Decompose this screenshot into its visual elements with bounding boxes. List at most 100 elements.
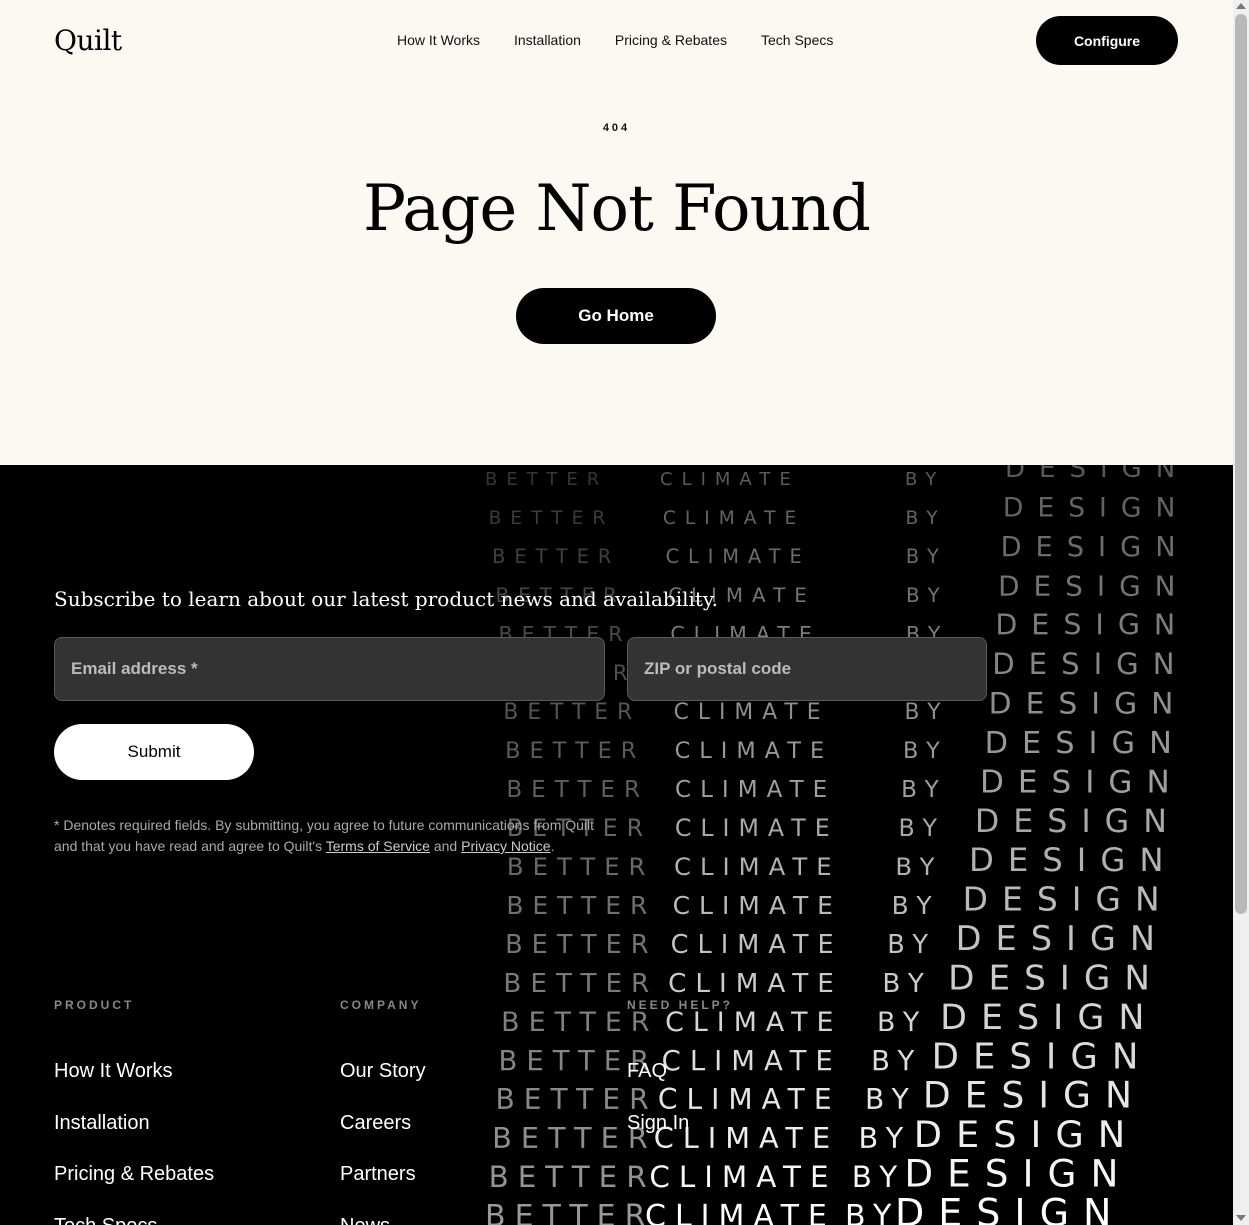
art-word-better: BETTER [505, 930, 657, 960]
footer-link-tech-specs[interactable]: Tech Specs [54, 1215, 214, 1225]
page-header-section: Quilt How It Works Installation Pricing … [0, 0, 1233, 465]
art-word-design: DESIGN [1003, 492, 1190, 523]
footer-link-faq[interactable]: FAQ [627, 1060, 733, 1112]
art-word-design: DESIGN [969, 841, 1178, 879]
zip-field[interactable]: ZIP or postal code [627, 637, 987, 701]
art-word-better: BETTER [505, 738, 645, 764]
art-word-design: DESIGN [948, 958, 1164, 998]
footer-link-how-it-works[interactable]: How It Works [54, 1060, 214, 1112]
art-word-climate: CLIMATE [674, 852, 841, 881]
art-word-design: DESIGN [992, 647, 1188, 681]
go-home-button[interactable]: Go Home [516, 288, 716, 344]
art-word-design: DESIGN [914, 1113, 1140, 1156]
art-word-climate: CLIMATE [663, 508, 805, 529]
footer-link-partners[interactable]: Partners [340, 1163, 426, 1215]
art-word-design: DESIGN [989, 687, 1188, 722]
art-word-by: BY [845, 1199, 900, 1225]
art-word-by: BY [901, 777, 948, 803]
configure-button[interactable]: Configure [1036, 16, 1178, 65]
footer-column-help: NEED HELP? FAQ Sign In [627, 998, 733, 1163]
art-word-design: DESIGN [975, 804, 1181, 840]
footer: BETTER CLIMATE BY DESIGN BETTER CLIMATE BY DESI… [0, 465, 1233, 1225]
art-word-better: BETTER [503, 700, 641, 725]
art-word-by: BY [852, 1160, 906, 1194]
privacy-notice-link[interactable]: Privacy Notice [461, 838, 550, 854]
art-word-climate: CLIMATE [649, 1160, 837, 1194]
art-word-climate: CLIMATE [671, 930, 843, 960]
nav-installation[interactable]: Installation [514, 32, 581, 48]
nav-pricing-rebates[interactable]: Pricing & Rebates [615, 32, 727, 48]
art-word-design: DESIGN [940, 998, 1158, 1038]
art-word-design: DESIGN [923, 1074, 1146, 1117]
footer-link-news[interactable]: News [340, 1215, 426, 1225]
art-word-design: DESIGN [904, 1152, 1132, 1196]
art-word-climate: CLIMATE [645, 1199, 836, 1225]
art-word-by: BY [906, 545, 948, 568]
footer-heading-product: PRODUCT [54, 998, 135, 1012]
art-word-by: BY [905, 469, 945, 490]
art-word-design: DESIGN [932, 1036, 1153, 1077]
footer-link-installation[interactable]: Installation [54, 1112, 214, 1164]
art-word-better: BETTER [506, 891, 656, 920]
art-word-by: BY [892, 891, 941, 920]
footer-link-sign-in[interactable]: Sign In [627, 1112, 733, 1164]
art-word-climate: CLIMATE [674, 700, 830, 725]
email-field[interactable]: Email address * [54, 637, 605, 701]
footer-link-pricing[interactable]: Pricing & Rebates [54, 1163, 214, 1215]
legal-and: and [429, 838, 462, 854]
art-word-design: DESIGN [980, 764, 1184, 800]
art-word-climate: CLIMATE [675, 777, 836, 803]
terms-of-service-link[interactable]: Terms of Service [326, 838, 430, 854]
legal-notice: * Denotes required fields. By submitting… [54, 815, 614, 857]
art-word-better: BETTER [485, 469, 608, 490]
art-word-climate: CLIMATE [668, 969, 843, 999]
art-word-better: BETTER [489, 1160, 656, 1194]
scroll-down-arrow-icon[interactable] [1236, 1215, 1246, 1221]
submit-button[interactable]: Submit [54, 724, 254, 780]
art-word-better: BETTER [503, 969, 658, 999]
footer-link-our-story[interactable]: Our Story [340, 1060, 426, 1112]
art-word-climate: CLIMATE [675, 738, 834, 764]
art-word-design: DESIGN [995, 609, 1189, 642]
quilt-logo[interactable]: Quilt [54, 24, 122, 57]
art-word-climate: CLIMATE [666, 545, 811, 568]
art-word-climate: CLIMATE [660, 469, 800, 490]
art-word-by: BY [865, 1083, 918, 1116]
page-title: Page Not Found [363, 172, 871, 246]
footer-heading-help: NEED HELP? [627, 998, 734, 1012]
art-word-design: DESIGN [963, 880, 1174, 919]
footer-heading-company: COMPANY [340, 998, 422, 1012]
art-word-by: BY [887, 930, 937, 960]
art-word-climate: CLIMATE [675, 814, 839, 842]
art-word-by: BY [858, 1121, 912, 1155]
art-word-design: DESIGN [895, 1191, 1125, 1225]
art-word-by: BY [906, 584, 949, 607]
scrollbar-thumb[interactable] [1235, 14, 1247, 914]
art-word-by: BY [877, 1007, 928, 1038]
footer-column-product: PRODUCT How It Works Installation Pricin… [54, 998, 214, 1225]
zip-placeholder: ZIP or postal code [644, 659, 792, 678]
main-nav: How It Works Installation Pricing & Reba… [397, 32, 833, 48]
art-word-better: BETTER [506, 777, 649, 803]
art-word-by: BY [895, 852, 943, 881]
email-placeholder: Email address * [71, 659, 198, 678]
art-word-by: BY [903, 738, 949, 764]
art-word-design: DESIGN [956, 919, 1169, 958]
legal-suffix: . [550, 838, 555, 854]
art-word-climate: CLIMATE [673, 891, 842, 920]
art-word-better: BETTER [489, 508, 615, 529]
nav-how-it-works[interactable]: How It Works [397, 32, 480, 48]
art-word-design: DESIGN [1005, 465, 1189, 484]
art-word-by: BY [905, 508, 946, 529]
art-word-by: BY [899, 814, 946, 842]
art-word-design: DESIGN [998, 569, 1189, 602]
footer-column-company: COMPANY Our Story Careers Partners News [340, 998, 426, 1225]
art-word-by: BY [882, 969, 933, 999]
scroll-up-arrow-icon[interactable] [1236, 3, 1246, 9]
footer-link-careers[interactable]: Careers [340, 1112, 426, 1164]
nav-tech-specs[interactable]: Tech Specs [761, 32, 833, 48]
art-word-design: DESIGN [1001, 532, 1190, 563]
art-word-design: DESIGN [985, 726, 1186, 761]
art-word-by: BY [904, 700, 949, 725]
art-word-better: BETTER [485, 1199, 654, 1225]
